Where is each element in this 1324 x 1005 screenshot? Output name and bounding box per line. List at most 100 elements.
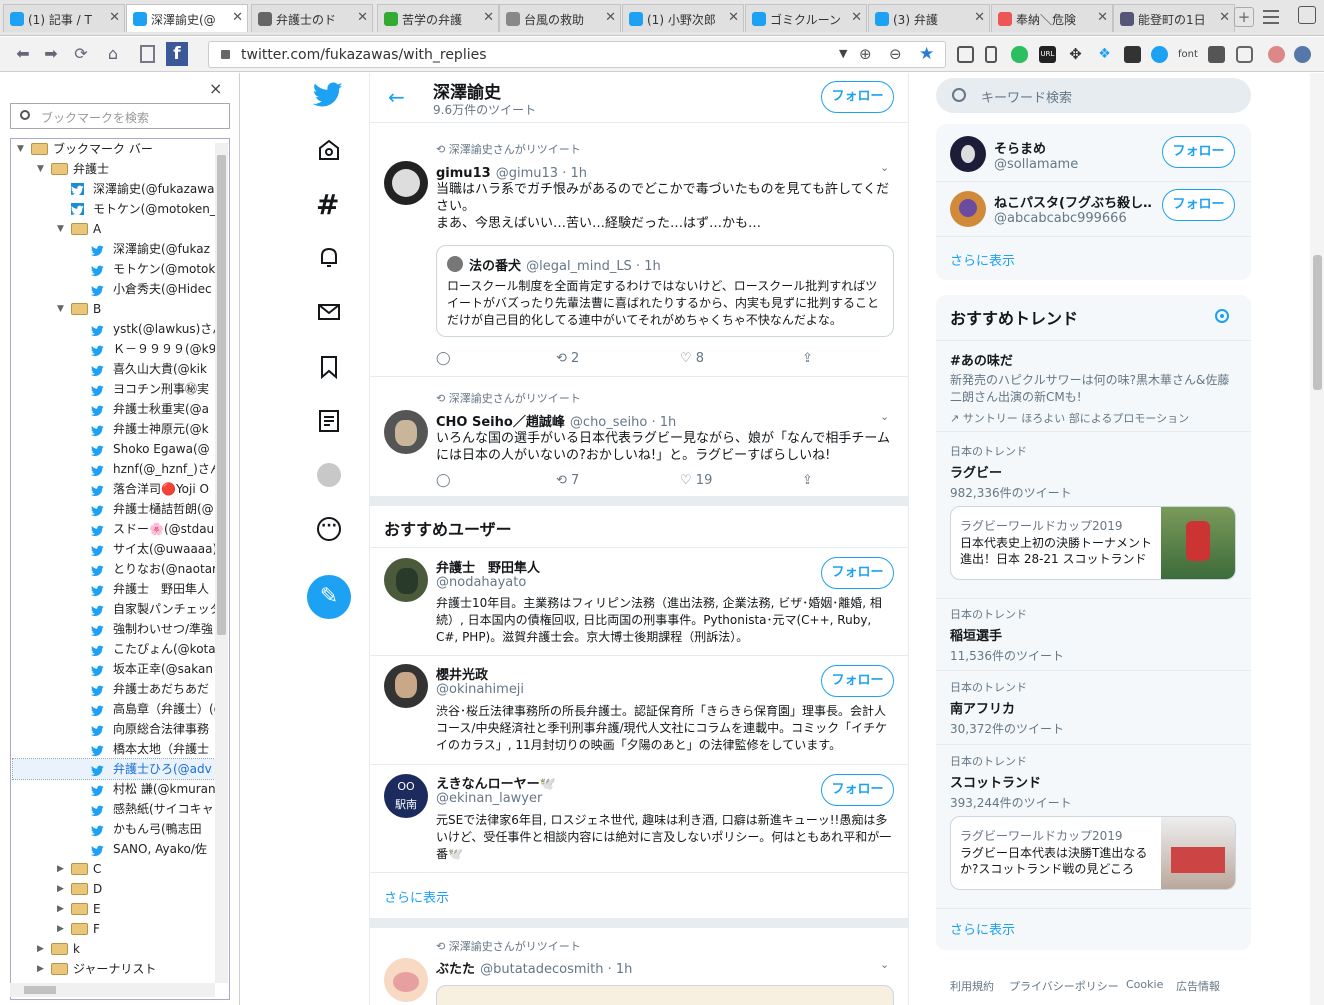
bookmark-item[interactable]: 弁護士神原元(@k (13, 419, 221, 439)
bookmark-icon[interactable] (985, 46, 997, 63)
expand-right-icon[interactable]: ▶ (57, 879, 64, 899)
bookmark-folder[interactable]: ▶ C (13, 859, 221, 879)
show-more-link[interactable]: さらに表示 (384, 887, 449, 906)
close-icon[interactable]: × (209, 79, 222, 98)
expand-down-icon[interactable]: ▼ (57, 219, 64, 239)
avatar[interactable] (950, 191, 986, 227)
sidebar-hscrollbar[interactable] (10, 983, 215, 997)
follow-button[interactable]: フォロー (821, 557, 894, 589)
tab-close-icon[interactable]: ✕ (483, 10, 494, 25)
tab-close-icon[interactable]: ✕ (605, 10, 616, 25)
trend-item[interactable]: 日本のトレンド ラグビー 982,336件のツイート (950, 443, 1240, 501)
tab-close-icon[interactable]: ✕ (1097, 10, 1108, 25)
reload-icon[interactable]: ⟳ (70, 43, 92, 65)
chevron-down-icon[interactable]: ⌄ (880, 410, 889, 423)
share-icon[interactable]: ⇪ (802, 473, 813, 488)
back-icon[interactable]: ⬅ (12, 43, 34, 65)
bookmark-item[interactable]: 深澤諭史(@fukazawa (13, 179, 221, 199)
bookmark-item[interactable]: Ｋ－９９９９(@k99 (13, 339, 221, 359)
tab-list-icon[interactable] (1263, 10, 1279, 24)
bookmark-item[interactable]: こたぴょん(@kotac (13, 639, 221, 659)
bookmark-item[interactable]: hznf(@_hznf_)さん (13, 459, 221, 479)
pen-icon[interactable] (1124, 46, 1141, 63)
reply-icon[interactable]: ◯ (436, 351, 451, 366)
expand-down-icon[interactable]: ▼ (37, 159, 44, 179)
user-card[interactable]: 弁護士 野田隼人 @nodahayato フォロー 弁護士10年目。主業務はフィ… (370, 548, 908, 656)
lists-nav-icon[interactable] (317, 409, 341, 433)
expand-right-icon[interactable]: ▶ (37, 959, 44, 979)
page-scrollbar[interactable] (1310, 73, 1324, 1005)
tweet[interactable]: ⟲ 深澤諭史さんがリツイート CHO Seiho／趙誠峰 @cho_seiho … (370, 378, 908, 498)
compose-tweet-button[interactable]: ✎ (307, 575, 351, 619)
bookmark-item[interactable]: 橋本太地（弁護士 (13, 739, 221, 759)
bookmark-item[interactable]: モトケン(@motoken_ (13, 199, 221, 219)
new-tab-button[interactable]: + (1234, 7, 1254, 27)
sidebar-scroll-thumb[interactable] (217, 155, 226, 635)
bookmarks-nav-icon[interactable] (317, 355, 341, 379)
avatar[interactable]: OO 駅南 (384, 774, 428, 818)
bookmark-item[interactable]: SANO, Ayako/佐 (13, 839, 221, 859)
forward-icon[interactable]: ➡ (40, 43, 62, 65)
tweet-author-name[interactable]: ぶたた (436, 962, 475, 977)
user-row[interactable]: ねこパスタ(フグぶち殺し… @abcabcabc999666 フォロー (936, 183, 1251, 237)
explore-hash-icon[interactable]: # (316, 188, 339, 221)
home-nav-icon[interactable] (317, 138, 341, 162)
bookmark-item[interactable]: スドー🌸(@stdau (13, 519, 221, 539)
trend-item[interactable]: 日本のトレンド 稲垣選手 11,536件のツイート (950, 606, 1240, 664)
expand-right-icon[interactable]: ▶ (57, 919, 64, 939)
twitter-logo-icon[interactable] (313, 82, 343, 108)
footer-link[interactable]: 利用規約 (950, 978, 994, 994)
avatar[interactable] (384, 958, 428, 1002)
back-arrow-icon[interactable]: ← (388, 85, 405, 109)
browser-tab[interactable]: 台風の救助 ✕ (499, 4, 621, 32)
bookmark-item[interactable]: 小倉秀夫(@Hidec (13, 279, 221, 299)
bookmark-item[interactable]: 感熱紙(サイコキャ (13, 799, 221, 819)
tweet-media[interactable] (436, 985, 894, 1005)
url-icon[interactable]: URL (1039, 46, 1056, 63)
dropbox-icon[interactable]: ❖ (1096, 46, 1113, 63)
tweet[interactable]: ⟲ 深澤諭史さんがリツイート ぶたた @butatadecosmith · 1h… (370, 928, 908, 1005)
bookmark-item[interactable]: ystk(@lawkus)さん (13, 319, 221, 339)
footer-link[interactable]: Cookie (1126, 978, 1163, 991)
bookmark-sidebar-icon[interactable] (136, 43, 158, 65)
footer-link[interactable]: 広告情報 (1176, 978, 1220, 994)
expand-down-icon[interactable]: ▼ (57, 299, 64, 319)
tweet-author-name[interactable]: CHO Seiho／趙誠峰 (436, 415, 565, 430)
bookmark-folder[interactable]: ▶ ジャーナリスト (13, 959, 221, 979)
trend-promo-card[interactable]: ラグビーワールドカップ2019 日本代表史上初の決勝トーナメント進出！日本 28… (950, 506, 1236, 580)
follow-button[interactable]: フォロー (821, 81, 894, 113)
promoted-trend[interactable]: #あの味だ 新発売のハピクルサワーは何の味?黒木華さん&佐藤二朗さん出演の新CM… (950, 347, 1240, 426)
bookmark-item[interactable]: 弁護士 野田隼人 (13, 579, 221, 599)
bookmark-item[interactable]: 向原総合法律事務 (13, 719, 221, 739)
zoom-in-icon[interactable]: ⊕ (859, 45, 872, 63)
trend-item[interactable]: 日本のトレンド 南アフリカ 30,372件のツイート (950, 679, 1240, 737)
bookmark-item[interactable]: 坂本正幸(@sakan (13, 659, 221, 679)
chevron-down-icon[interactable]: ⌄ (880, 161, 889, 174)
evernote-icon[interactable] (1011, 46, 1028, 63)
shield-icon[interactable] (1208, 46, 1225, 63)
expand-right-icon[interactable]: ▶ (57, 859, 64, 879)
bookmark-folder[interactable]: ▼ A (13, 219, 221, 239)
tab-close-icon[interactable]: ✕ (357, 10, 368, 25)
bookmark-item[interactable]: 落合洋司🔴Yoji O (13, 479, 221, 499)
share-icon[interactable]: ⇪ (802, 351, 813, 366)
expand-right-icon[interactable]: ▶ (37, 939, 44, 959)
bookmark-folder[interactable]: ▶ E (13, 899, 221, 919)
globe-icon[interactable] (1294, 46, 1311, 63)
bookmark-item[interactable]: モトケン(@motok (13, 259, 221, 279)
reply-icon[interactable]: ◯ (436, 473, 451, 488)
twitter-ext-icon[interactable] (1151, 46, 1168, 63)
user-name[interactable]: ねこパスタ(フグぶち殺し… (994, 192, 1152, 211)
profile-avatar-icon[interactable] (317, 463, 341, 487)
avatar[interactable] (384, 558, 428, 602)
user-card[interactable]: OO 駅南 えきなんローヤー🕊️ @ekinan_lawyer フォロー 元SEで… (370, 765, 908, 873)
chat-icon[interactable] (1236, 46, 1253, 63)
bookmark-item[interactable]: 村松 謙(@kmuran (13, 779, 221, 799)
bookmark-folder[interactable]: ▶ F (13, 919, 221, 939)
tab-close-icon[interactable]: ✕ (109, 10, 120, 25)
expand-down-icon[interactable]: ▼ (17, 139, 24, 159)
trend-item[interactable]: 日本のトレンド スコットランド 393,244件のツイート (950, 753, 1240, 811)
show-more-link[interactable]: さらに表示 (950, 250, 1015, 269)
avatar[interactable] (384, 410, 428, 454)
bookmark-item[interactable]: 深澤諭史(@fukaz (13, 239, 221, 259)
